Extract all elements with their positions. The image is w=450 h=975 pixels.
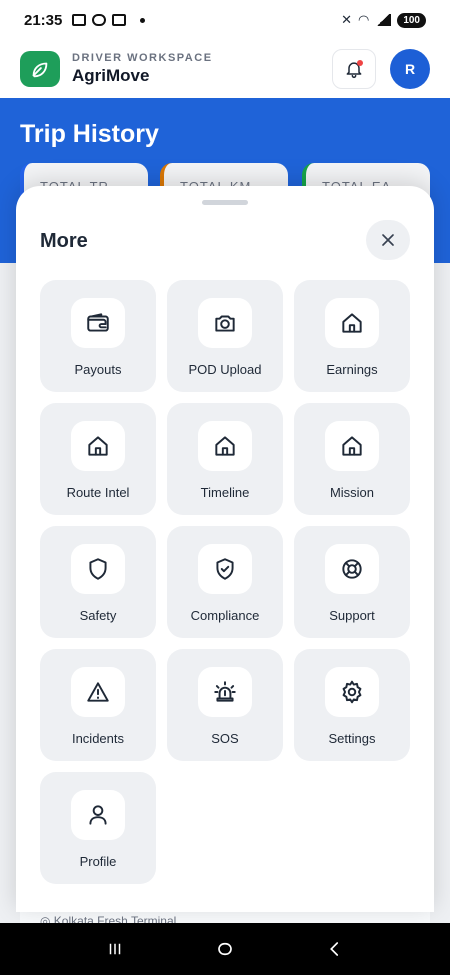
status-time: 21:35 bbox=[24, 11, 63, 29]
home-icon bbox=[198, 421, 252, 471]
tile-label: Mission bbox=[329, 485, 375, 500]
tile-earnings[interactable]: Earnings bbox=[294, 280, 410, 392]
system-nav-bar bbox=[0, 923, 450, 975]
tile-timeline[interactable]: Timeline bbox=[167, 403, 283, 515]
tile-label: Timeline bbox=[200, 485, 250, 500]
tile-mission[interactable]: Mission bbox=[294, 403, 410, 515]
tile-label: Safety bbox=[79, 608, 117, 623]
shield-icon bbox=[71, 544, 125, 594]
battery-indicator: 100 bbox=[397, 12, 426, 28]
recent-apps-icon[interactable] bbox=[105, 940, 125, 958]
close-icon bbox=[382, 234, 394, 246]
user-icon bbox=[71, 790, 125, 840]
screenshot-icon bbox=[72, 14, 87, 26]
tile-label: Route Intel bbox=[66, 485, 130, 500]
sheet-drag-handle[interactable] bbox=[202, 200, 248, 205]
signal-icon bbox=[375, 14, 392, 26]
warning-icon bbox=[71, 667, 125, 717]
brand-title: AgriMove bbox=[72, 66, 150, 85]
siren-icon bbox=[198, 667, 252, 717]
cloud-icon bbox=[92, 14, 107, 26]
wifi-icon: ◠ bbox=[357, 12, 370, 27]
wallet-icon bbox=[71, 298, 125, 348]
tile-safety[interactable]: Safety bbox=[40, 526, 156, 638]
brand: DRIVER WORKSPACE AgriMove bbox=[72, 52, 213, 86]
app-header: DRIVER WORKSPACE AgriMove R bbox=[0, 40, 450, 98]
tile-route-intel[interactable]: Route Intel bbox=[40, 403, 156, 515]
leaf-logo-icon bbox=[20, 51, 60, 87]
tile-compliance[interactable]: Compliance bbox=[167, 526, 283, 638]
home-nav-icon[interactable] bbox=[215, 940, 235, 958]
tile-pod-upload[interactable]: POD Upload bbox=[167, 280, 283, 392]
home-icon bbox=[325, 298, 379, 348]
tile-payouts[interactable]: Payouts bbox=[40, 280, 156, 392]
notifications-button[interactable] bbox=[332, 49, 376, 89]
tile-label: SOS bbox=[211, 731, 239, 746]
tile-label: Settings bbox=[328, 731, 376, 746]
tile-label: Compliance bbox=[190, 608, 260, 623]
more-grid: Payouts POD Upload Earnings Route Intel … bbox=[40, 280, 410, 884]
avatar[interactable]: R bbox=[390, 49, 430, 89]
tile-label: POD Upload bbox=[188, 362, 262, 377]
tile-incidents[interactable]: Incidents bbox=[40, 649, 156, 761]
tile-profile[interactable]: Profile bbox=[40, 772, 156, 884]
tile-label: Profile bbox=[79, 854, 117, 869]
unread-dot bbox=[357, 60, 363, 66]
home-icon bbox=[325, 421, 379, 471]
tile-label: Payouts bbox=[74, 362, 122, 377]
tile-label: Support bbox=[329, 608, 375, 623]
status-bar: 21:35 ✕ ◠ 100 bbox=[0, 0, 450, 40]
tile-label: Earnings bbox=[326, 362, 378, 377]
home-icon bbox=[71, 421, 125, 471]
sheet-title: More bbox=[40, 230, 88, 252]
lifebuoy-icon bbox=[325, 544, 379, 594]
tile-sos[interactable]: SOS bbox=[167, 649, 283, 761]
shield-check-icon bbox=[198, 544, 252, 594]
page-title: Trip History bbox=[20, 120, 159, 148]
notification-dot-icon bbox=[140, 17, 146, 23]
camera-icon bbox=[198, 298, 252, 348]
more-sheet: More Payouts POD Upload Earnings Route I… bbox=[16, 186, 434, 912]
tile-label: Incidents bbox=[71, 731, 125, 746]
tile-settings[interactable]: Settings bbox=[294, 649, 410, 761]
gear-icon bbox=[325, 667, 379, 717]
checkbox-icon bbox=[112, 14, 127, 26]
tile-support[interactable]: Support bbox=[294, 526, 410, 638]
brand-subtitle: DRIVER WORKSPACE bbox=[72, 52, 213, 64]
back-icon[interactable] bbox=[325, 940, 345, 958]
mute-icon: ✕ bbox=[341, 12, 352, 27]
close-button[interactable] bbox=[366, 220, 410, 260]
